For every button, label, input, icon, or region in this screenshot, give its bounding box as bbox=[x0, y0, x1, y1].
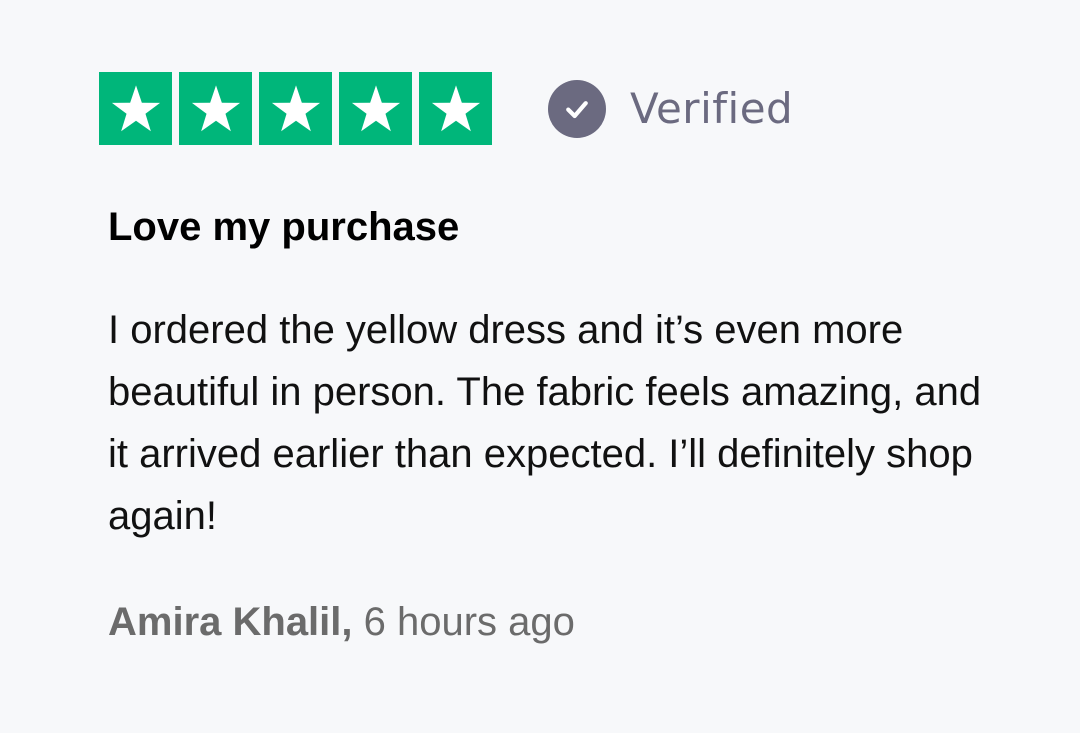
rating-row: Verified bbox=[99, 72, 793, 145]
star-icon bbox=[271, 84, 320, 131]
checkmark-icon bbox=[566, 100, 588, 118]
star-icon bbox=[431, 84, 480, 131]
check-circle-icon bbox=[548, 79, 606, 138]
star-4 bbox=[339, 72, 412, 145]
star-5 bbox=[419, 72, 492, 145]
review-time: 6 hours ago bbox=[363, 600, 575, 644]
star-1 bbox=[99, 72, 172, 145]
star-icon bbox=[191, 84, 240, 131]
star-2 bbox=[179, 72, 252, 145]
review-author: Amira Khalil, bbox=[108, 600, 353, 644]
review-card: Verified Love my purchase I ordered the … bbox=[0, 0, 1080, 733]
star-icon bbox=[351, 84, 400, 131]
star-3 bbox=[259, 72, 332, 145]
verified-badge: Verified bbox=[548, 79, 794, 138]
review-body: I ordered the yellow dress and it’s even… bbox=[108, 308, 982, 538]
review-meta: Amira Khalil, 6 hours ago bbox=[108, 598, 575, 646]
star-icon bbox=[111, 84, 160, 131]
verified-label: Verified bbox=[630, 83, 794, 133]
review-title: Love my purchase bbox=[108, 205, 460, 249]
star-rating bbox=[99, 72, 492, 145]
